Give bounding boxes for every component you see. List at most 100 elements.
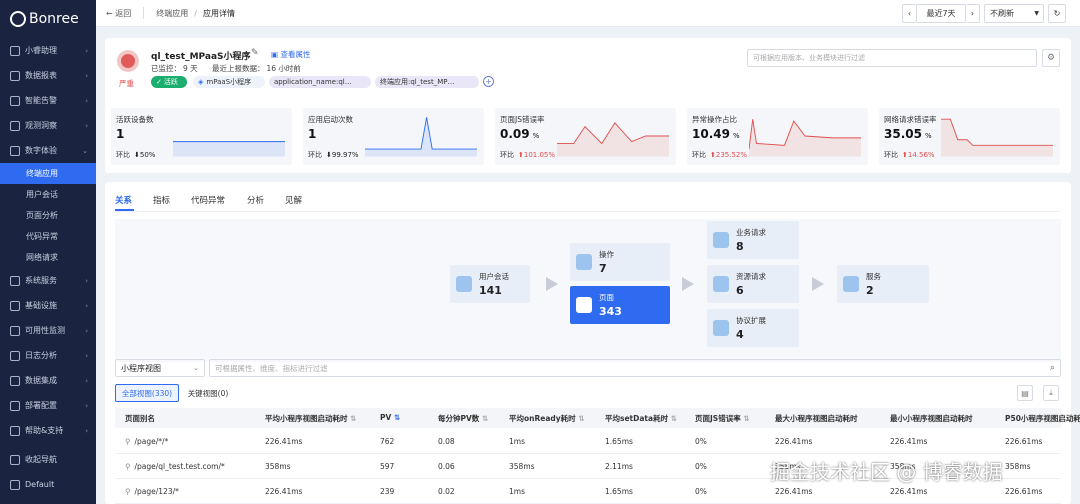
flow-arrow [812,277,824,291]
view-attributes-link[interactable]: ▣ 查看属性 [271,49,310,60]
report-icon [10,70,20,81]
back-link[interactable]: ← 返回 [106,8,131,19]
refresh-interval-select[interactable]: 不刷新 ▼ [984,4,1044,23]
sidebar-item-report[interactable]: 数据报表 › [0,63,96,88]
app-filter-input[interactable]: 可根据应用版本、业务模块进行过滤 [747,49,1037,67]
column-header-4[interactable]: 平均onReady耗时 ⇅ [509,413,585,424]
download-icon[interactable]: ⤓ [1043,385,1059,401]
flow-node-session[interactable]: 用户会话 141 [450,265,530,303]
metric-card-1[interactable]: 应用启动次数 1 环比 ⬇99.97% [303,108,484,165]
settings-gear-icon[interactable]: ⚙ [1042,49,1060,67]
column-header-7[interactable]: 最大小程序视图启动耗时 [775,413,858,424]
tab-2[interactable]: 代码异常 [191,194,225,206]
add-tag-button[interactable]: + [483,76,494,87]
chevron-icon: › [85,276,88,285]
sidebar-subitem-3[interactable]: 代码异常 [0,226,96,247]
sidebar-item-service[interactable]: 系统服务 › [0,268,96,293]
log-icon [10,350,20,361]
column-header-1[interactable]: 平均小程序视图启动耗时 ⇅ [265,413,356,424]
metric-card-2[interactable]: 页面JS错误率 0.09% 环比 ⬆101.05% [495,108,676,165]
sidebar-item-log[interactable]: 日志分析 › [0,343,96,368]
folder-icon [713,276,729,292]
org-switcher[interactable]: Default [0,472,96,497]
range-prev-button[interactable]: ‹ [902,4,916,23]
sidebar-item-insight[interactable]: 观测洞察 › [0,113,96,138]
chevron-icon: › [85,71,88,80]
flow-arrow [546,277,558,291]
page-icon: ⚲ [125,487,131,496]
table-cell: ⚲/page/123/* [125,487,179,496]
sidebar-item-assistant[interactable]: 小睿助理 › [0,38,96,63]
table-cell: 226.61ms [1005,437,1043,446]
user-menu[interactable]: one_test [0,497,96,504]
tab-3[interactable]: 分析 [247,194,264,206]
column-header-0[interactable]: 页面别名 [125,413,155,424]
range-next-button[interactable]: › [966,4,980,23]
table-cell: 0.06 [438,462,455,471]
page-icon [576,297,592,313]
time-range-select[interactable]: 最近7天 [916,4,966,23]
flow-node-resource-request[interactable]: 资源请求 6 [707,265,799,303]
column-header-6[interactable]: 页面JS错误率 ⇅ [695,413,750,424]
sidebar-item-infra[interactable]: 基础设施 › [0,293,96,318]
metric-card-3[interactable]: 异常操作占比 10.49% 环比 ⬆235.52% [687,108,868,165]
platform-tag: ◈ mPaaS小程序 [193,76,265,88]
flow-node-biz-request[interactable]: 业务请求 8 [707,221,799,259]
sidebar-item-integration[interactable]: 数据集成 › [0,368,96,393]
flow-node-page[interactable]: 页面 343 [570,286,670,324]
metric-sparkline [173,141,285,157]
sidebar: Bonree 小睿助理 › 数据报表 › 智能告警 › 观测洞察 › 数字体验 ⌄ 终端应用 用户会… [0,0,96,504]
flow-node-action[interactable]: 操作 7 [570,243,670,281]
edit-icon[interactable]: ✎ [251,48,259,58]
view-type-select[interactable]: 小程序视图 ⌄ [115,359,205,377]
metric-card-4[interactable]: 网络请求错误率 35.05% 环比 ⬆14.56% [879,108,1060,165]
table-cell: 597 [380,462,395,471]
all-views-tab[interactable]: 全部视图(330) [115,384,179,402]
service-icon [10,275,20,286]
table-cell: 226.41ms [265,487,303,496]
alarm-icon [10,95,20,106]
table-cell: 358ms [509,462,535,471]
chevron-icon: › [85,96,88,105]
metric-card-0[interactable]: 活跃设备数 1 环比 ⬇50% [111,108,292,165]
column-header-2[interactable]: PV ⇅ [380,413,400,422]
metric-sparkline [749,119,861,157]
column-header-3[interactable]: 每分钟PV数 ⇅ [438,413,488,424]
table-cell: 762 [380,437,395,446]
sidebar-item-deploy[interactable]: 部署配置 › [0,393,96,418]
column-settings-icon[interactable]: ▤ [1017,385,1033,401]
assistant-icon [10,45,20,56]
sidebar-item-monitor[interactable]: 可用性监测 › [0,318,96,343]
sidebar-subitem-4[interactable]: 网络请求 [0,247,96,268]
refresh-button[interactable]: ↻ [1048,4,1066,23]
table-cell: ⚲/page/ql_test.test.com/* [125,462,225,471]
sidebar-item-experience[interactable]: 数字体验 ⌄ [0,138,96,163]
sidebar-item-help[interactable]: 帮助&支持 › [0,418,96,443]
column-header-5[interactable]: 平均setData耗时 ⇅ [605,413,677,424]
chevron-down-icon: ▼ [1034,10,1039,17]
table-cell: 1.65ms [605,487,633,496]
table-row[interactable]: ⚲/page/*/* 226.41ms 762 0.08 1ms 1.65ms 0% 226.… [115,429,1061,454]
page-icon: ⚲ [125,437,131,446]
sort-icon: ⇅ [393,413,401,422]
key-views-tab[interactable]: 关键视图(0) [183,384,233,402]
column-header-9[interactable]: P50小程序视图启动耗时 [1005,413,1080,424]
sidebar-subitem-0[interactable]: 终端应用 [0,163,96,184]
sidebar-subitem-2[interactable]: 页面分析 [0,205,96,226]
tab-0[interactable]: 关系 [115,194,132,206]
sidebar-subitem-1[interactable]: 用户会话 [0,184,96,205]
collapse-nav-button[interactable]: 收起导航 [0,447,96,472]
sidebar-item-alarm[interactable]: 智能告警 › [0,88,96,113]
table-cell: 226.41ms [890,487,928,496]
brand-logo[interactable]: Bonree [0,0,96,38]
flow-node-service[interactable]: 服务 2 [837,265,929,303]
breadcrumb-apps[interactable]: 终端应用 [156,8,188,19]
flow-node-protocol[interactable]: 协议扩展 4 [707,309,799,347]
sort-icon: ⇅ [578,414,585,423]
table-filter-input[interactable]: 可根据属性、维度、指标进行过滤 ⌕ [209,359,1061,377]
user-session-icon [456,276,472,292]
topbar: ← 返回 终端应用 / 应用详情 ‹ 最近7天 › 不刷新 ▼ ↻ [96,0,1080,27]
column-header-8[interactable]: 最小小程序视图启动耗时 [890,413,973,424]
tab-4[interactable]: 见解 [285,194,302,206]
tab-1[interactable]: 指标 [153,194,170,206]
